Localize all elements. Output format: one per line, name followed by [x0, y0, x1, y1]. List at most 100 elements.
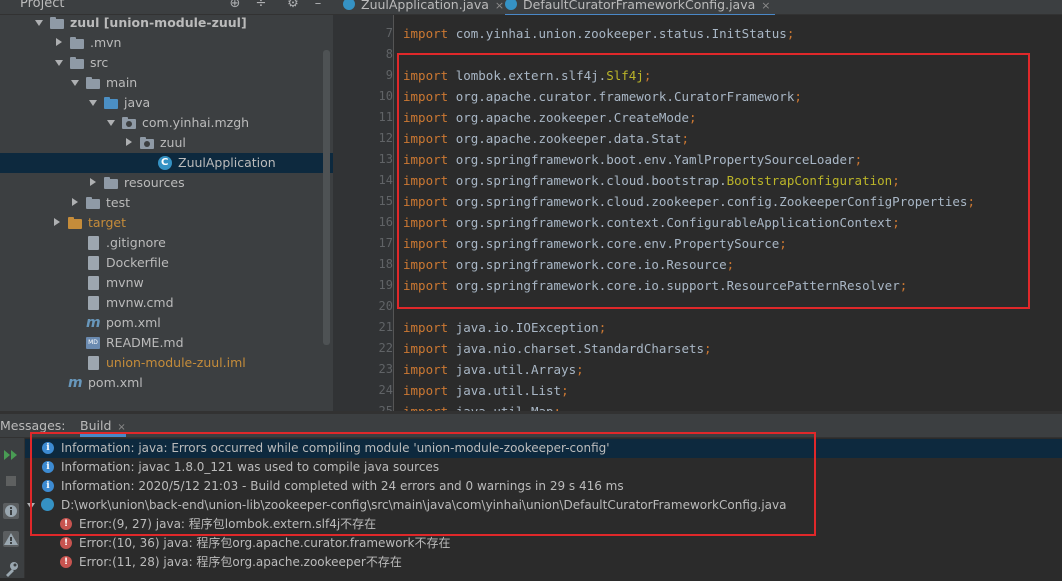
- tab-zuul-application[interactable]: ZuulApplication.java ×: [343, 0, 504, 14]
- line-number: 16: [378, 215, 393, 229]
- close-icon[interactable]: ×: [495, 0, 504, 12]
- show-info-icon[interactable]: [2, 502, 20, 520]
- package-icon: [140, 137, 154, 149]
- tree-item[interactable]: ZuulApplication: [0, 153, 333, 173]
- tree-item-label: README.md: [106, 335, 184, 350]
- tree-item-label: resources: [124, 175, 185, 190]
- semicolon: ;: [554, 404, 562, 411]
- chevron-down-icon[interactable]: [54, 53, 64, 73]
- code-line[interactable]: import java.io.IOException;: [403, 317, 606, 338]
- class-icon: [505, 0, 517, 10]
- line-number: 8: [385, 47, 393, 61]
- package-path: java.util.: [455, 362, 531, 377]
- source-folder-icon: [104, 97, 118, 109]
- tree-item-label: pom.xml: [106, 315, 161, 330]
- tree-item[interactable]: union-module-zuul.iml: [0, 353, 333, 373]
- class-name: List: [530, 383, 562, 398]
- script-file-icon: [88, 276, 99, 290]
- semicolon: ;: [704, 341, 712, 356]
- message-text: Error:(11, 28) java: 程序包org.apache.zooke…: [79, 555, 402, 569]
- wrench-icon[interactable]: [2, 560, 20, 578]
- tree-item-label: .mvn: [90, 35, 122, 50]
- tree-item-label: mvnw.cmd: [106, 295, 174, 310]
- tree-item[interactable]: main: [0, 73, 333, 93]
- gitignore-file-icon: [88, 236, 99, 250]
- error-message[interactable]: ! Error:(10, 36) java: 程序包org.apache.cura…: [25, 534, 1062, 553]
- code-line[interactable]: import java.util.List;: [403, 380, 569, 401]
- chevron-right-icon[interactable]: [52, 213, 62, 233]
- line-number: 11: [378, 110, 393, 124]
- gear-icon[interactable]: ⚙: [285, 0, 301, 12]
- tree-item[interactable]: src: [0, 53, 333, 73]
- line-number: 24: [378, 383, 393, 397]
- tree-item[interactable]: .mvn: [0, 33, 333, 53]
- tree-item-label: ZuulApplication: [178, 155, 276, 170]
- code-line[interactable]: import java.util.Arrays;: [403, 359, 584, 380]
- stop-icon[interactable]: [2, 472, 20, 490]
- tree-item[interactable]: Dockerfile: [0, 253, 333, 273]
- chevron-right-icon[interactable]: [70, 193, 80, 213]
- show-warnings-icon[interactable]: [2, 530, 20, 548]
- class-name: Arrays: [530, 362, 577, 377]
- code-line[interactable]: import java.nio.charset.StandardCharsets…: [403, 338, 712, 359]
- line-number: 23: [378, 362, 393, 376]
- chevron-right-icon[interactable]: [124, 133, 134, 153]
- line-number: 9: [385, 68, 393, 82]
- line-number: 19: [378, 278, 393, 292]
- chevron-down-icon[interactable]: [88, 93, 98, 113]
- tree-item[interactable]: m pom.xml: [0, 373, 333, 393]
- tree-item-label: target: [88, 215, 127, 230]
- code-line[interactable]: import java.util.Map;: [403, 401, 561, 411]
- tree-item[interactable]: target: [0, 213, 333, 233]
- iml-file-icon: [88, 356, 99, 370]
- tree-item-label: zuul: [160, 135, 186, 150]
- resources-folder-icon: [104, 177, 118, 189]
- line-number: 15: [378, 194, 393, 208]
- tree-item[interactable]: com.yinhai.mzgh: [0, 113, 333, 133]
- chevron-down-icon[interactable]: [34, 13, 44, 33]
- project-panel-title[interactable]: Project: [20, 0, 64, 11]
- tree-item[interactable]: MD README.md: [0, 333, 333, 353]
- hide-panel-icon[interactable]: –: [310, 0, 326, 12]
- line-number: 17: [378, 236, 393, 250]
- line-number: 20: [378, 299, 393, 313]
- error-message[interactable]: ! Error:(11, 28) java: 程序包org.apache.zook…: [25, 553, 1062, 572]
- tree-item[interactable]: zuul [union-module-zuul]: [0, 13, 333, 33]
- tree-item-label: java: [124, 95, 151, 110]
- tree-item[interactable]: mvnw.cmd: [0, 293, 333, 313]
- docker-file-icon: [88, 256, 99, 270]
- package-path: java.io.: [455, 320, 516, 335]
- class-name: StandardCharsets: [583, 341, 705, 356]
- tree-item-label: .gitignore: [106, 235, 166, 250]
- tree-item[interactable]: .gitignore: [0, 233, 333, 253]
- chevron-down-icon[interactable]: [70, 73, 80, 93]
- line-number: 7: [385, 26, 393, 40]
- folder-icon: [70, 57, 84, 69]
- tree-item[interactable]: test: [0, 193, 333, 213]
- chevron-right-icon[interactable]: [88, 173, 98, 193]
- chevron-right-icon[interactable]: [54, 33, 64, 53]
- tree-item[interactable]: java: [0, 93, 333, 113]
- project-scrollbar[interactable]: [323, 50, 330, 345]
- collapse-all-icon[interactable]: ÷: [253, 0, 269, 12]
- tree-item-label: com.yinhai.mzgh: [142, 115, 250, 130]
- tree-item-label: main: [106, 75, 138, 90]
- tree-item[interactable]: zuul: [0, 133, 333, 153]
- chevron-down-icon[interactable]: [106, 113, 116, 133]
- tree-item[interactable]: m pom.xml: [0, 313, 333, 333]
- class-name: IOException: [515, 320, 599, 335]
- locate-icon[interactable]: ⊕: [227, 0, 243, 12]
- tree-item-label: src: [90, 55, 109, 70]
- rerun-icon[interactable]: [2, 446, 20, 464]
- script-file-icon: [88, 296, 99, 310]
- line-number: 10: [378, 89, 393, 103]
- maven-icon: m: [86, 315, 101, 331]
- spring-class-icon: [343, 0, 355, 10]
- tree-item[interactable]: resources: [0, 173, 333, 193]
- error-icon: !: [60, 556, 72, 568]
- close-icon[interactable]: ×: [761, 0, 770, 12]
- code-line[interactable]: import com.yinhai.union.zookeeper.status…: [403, 23, 794, 44]
- line-number: 21: [378, 320, 393, 334]
- tree-item[interactable]: mvnw: [0, 273, 333, 293]
- spring-class-icon: [158, 156, 172, 170]
